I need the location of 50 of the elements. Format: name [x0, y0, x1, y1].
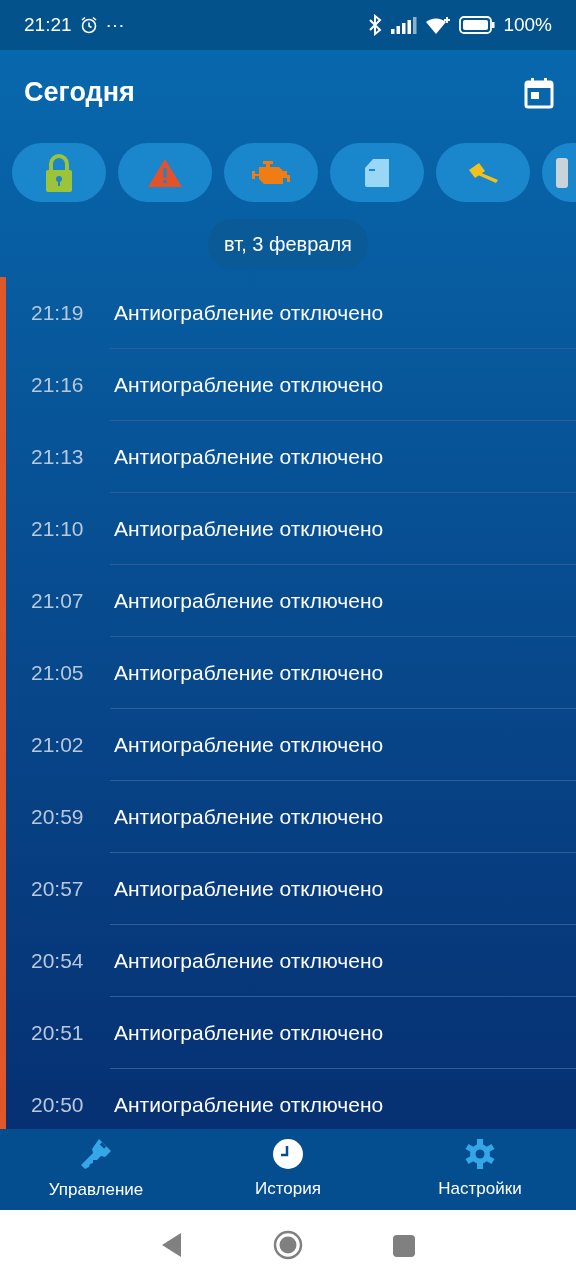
battery-icon [459, 16, 496, 34]
event-time: 21:10 [30, 516, 85, 543]
event-time: 21:16 [30, 372, 85, 399]
event-text: Антиограбление отключено [114, 516, 384, 543]
signal-icon [391, 16, 418, 34]
event-time: 21:05 [30, 660, 85, 687]
calendar-button[interactable] [524, 76, 554, 109]
event-time: 20:59 [30, 804, 85, 831]
key-icon [79, 1136, 113, 1171]
event-text: Антиограбление отключено [114, 732, 384, 759]
back-button[interactable] [161, 1232, 183, 1258]
event-text: Антиограбление отключено [114, 804, 384, 831]
event-text: Антиограбление отключено [114, 588, 384, 615]
event-text: Антиограбление отключено [114, 1020, 384, 1047]
event-text: Антиограбление отключено [114, 660, 384, 687]
nav-tab[interactable]: Управление [0, 1129, 192, 1210]
event-time: 21:13 [30, 444, 85, 471]
event-time: 20:54 [30, 948, 85, 975]
nav-tab[interactable]: История [192, 1129, 384, 1210]
event-text: Антиограбление отключено [114, 300, 384, 327]
event-text: Антиограбление отключено [114, 1092, 384, 1119]
event-time: 21:02 [30, 732, 85, 759]
event-time: 20:50 [30, 1092, 85, 1119]
event-time: 20:57 [30, 876, 85, 903]
engine-icon [252, 159, 290, 186]
screen-title: Сегодня [24, 76, 135, 110]
car-door-icon [364, 157, 390, 188]
recents-button[interactable] [393, 1233, 415, 1257]
battery-percent: 100% [503, 12, 552, 37]
lock-icon [44, 152, 74, 193]
alarm-icon [79, 16, 98, 34]
event-text: Антиограбление отключено [114, 876, 384, 903]
bluetooth-icon [367, 14, 384, 36]
warning-icon [147, 157, 183, 188]
nav-tab[interactable]: Настройки [384, 1129, 576, 1210]
event-text: Антиограбление отключено [114, 948, 384, 975]
more-notifications: ··· [105, 12, 125, 37]
event-time: 20:51 [30, 1020, 85, 1047]
status-time: 21:21 [24, 12, 72, 37]
hammer-icon [466, 161, 500, 184]
event-text: Антиограбление отключено [114, 372, 384, 399]
event-time: 21:19 [30, 300, 85, 327]
event-text: Антиограбление отключено [114, 444, 384, 471]
wifi-icon [425, 15, 452, 35]
clock-icon [272, 1137, 304, 1170]
square-icon [556, 157, 568, 188]
event-time: 21:07 [30, 588, 85, 615]
home-button[interactable] [273, 1230, 303, 1260]
settings-icon [464, 1137, 496, 1170]
date-header: вт, 3 февраля [208, 219, 368, 269]
